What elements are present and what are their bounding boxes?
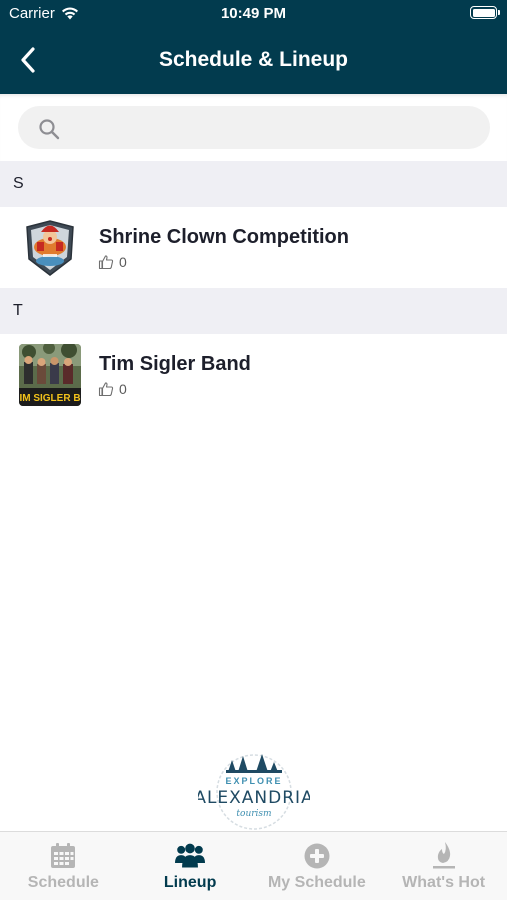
item-title: Shrine Clown Competition (99, 226, 349, 248)
section-header-s: S (0, 161, 507, 207)
like-button[interactable]: 0 (98, 381, 127, 397)
item-title: Tim Sigler Band (99, 353, 251, 375)
explore-alexandria-logo: EXPLORE ALEXANDRIA tourism (198, 754, 310, 830)
section-header-t: T (0, 288, 507, 334)
search-icon (39, 119, 60, 140)
tab-schedule[interactable]: Schedule (0, 832, 127, 900)
status-time: 10:49 PM (220, 5, 287, 22)
nav-header: Carrier 10:49 PM Schedule & Lineup (0, 0, 507, 94)
search-field[interactable] (18, 106, 490, 149)
logo-sub-text: tourism (236, 809, 271, 819)
list-item[interactable]: IM SIGLER B Tim Sigler Band 0 (0, 334, 507, 415)
logo-main-text: ALEXANDRIA (198, 788, 310, 808)
calendar-icon (51, 843, 76, 868)
shrine-clown-thumbnail (19, 217, 81, 279)
like-count: 0 (119, 254, 127, 270)
flame-icon (432, 842, 455, 869)
tab-bar: Schedule Lineup My Schedule What's Hot (0, 831, 507, 900)
thumbs-up-icon (98, 382, 114, 397)
search-input[interactable] (72, 106, 472, 149)
tim-sigler-thumbnail: IM SIGLER B (19, 344, 81, 406)
tab-label: My Schedule (267, 874, 366, 891)
list-item[interactable]: Shrine Clown Competition 0 (0, 207, 507, 288)
tab-label: Schedule (27, 874, 99, 891)
battery-icon (470, 6, 500, 19)
page-title: Schedule & Lineup (158, 48, 349, 71)
thumbs-up-icon (98, 255, 114, 270)
search-bar (0, 94, 507, 161)
logo-explore-text: EXPLORE (225, 776, 282, 786)
thumb-caption: IM SIGLER B (19, 393, 80, 404)
tab-whats-hot[interactable]: What's Hot (380, 832, 507, 900)
tab-label: Lineup (163, 874, 217, 891)
like-button[interactable]: 0 (98, 254, 127, 270)
tab-my-schedule[interactable]: My Schedule (254, 832, 381, 900)
status-bar: Carrier 10:49 PM (0, 0, 507, 28)
plus-circle-icon (304, 843, 330, 869)
tab-lineup[interactable]: Lineup (127, 832, 254, 900)
like-count: 0 (119, 381, 127, 397)
people-icon (175, 843, 206, 868)
tab-label: What's Hot (402, 874, 486, 891)
